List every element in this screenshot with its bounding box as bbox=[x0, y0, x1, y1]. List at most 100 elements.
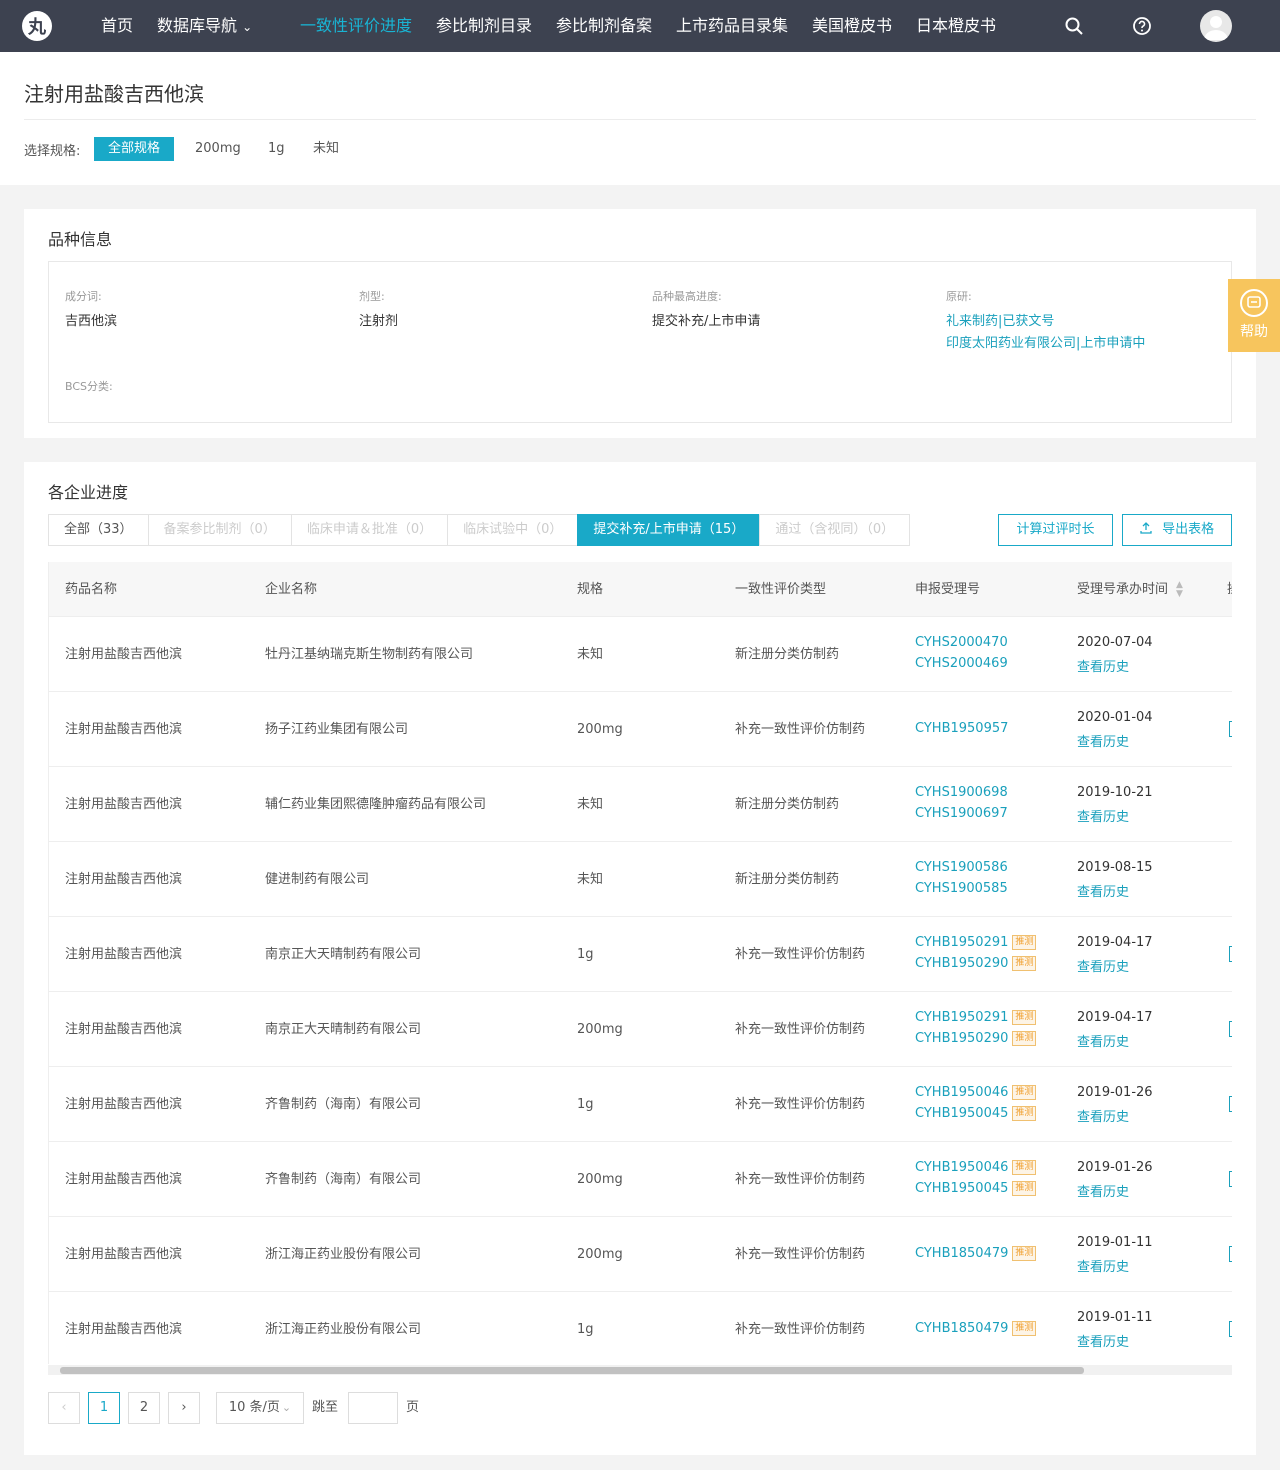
row-code-link[interactable]: CYHB1850479 推测 bbox=[915, 1321, 1037, 1336]
page-unit-label: 页 bbox=[406, 1400, 420, 1415]
view-history-link[interactable]: 查看历史 bbox=[1077, 1256, 1129, 1275]
table-row: 注射用盐酸吉西他滨 扬子江药业集团有限公司 200mg 补充一致性评价仿制药 CYHB1… bbox=[49, 692, 1232, 767]
page-size-select[interactable]: 10 条/页 ⌄ bbox=[216, 1392, 304, 1424]
row-action-icon[interactable] bbox=[1229, 1021, 1232, 1037]
page-1-button[interactable]: 1 bbox=[88, 1392, 120, 1424]
view-history-link[interactable]: 查看历史 bbox=[1077, 881, 1129, 900]
row-action-icon[interactable] bbox=[1229, 1096, 1232, 1112]
tab-passed[interactable]: 通过（含视同）（0） bbox=[759, 514, 911, 546]
row-code-link[interactable]: CYHB1950046 推测 bbox=[915, 1160, 1037, 1175]
row-action-icon[interactable] bbox=[1229, 721, 1232, 737]
estimated-badge: 推测 bbox=[1012, 1010, 1037, 1025]
tab-all[interactable]: 全部（33） bbox=[48, 514, 149, 546]
ingredient-value: 吉西他滨 bbox=[65, 314, 118, 329]
nav-database[interactable]: 数据库导航 ⌄ bbox=[157, 0, 252, 52]
row-code: CYHS1900697 bbox=[915, 806, 1008, 821]
row-code-link[interactable]: CYHS1900697 bbox=[915, 806, 1008, 821]
row-code: CYHB1850479 bbox=[915, 1321, 1009, 1336]
row-code: CYHS2000470 bbox=[915, 635, 1008, 650]
row-date: 2019-04-17 bbox=[1077, 935, 1153, 950]
row-code: CYHS2000469 bbox=[915, 656, 1008, 671]
row-spec: 未知 bbox=[577, 872, 604, 887]
search-icon[interactable] bbox=[1064, 16, 1084, 36]
view-history-link[interactable]: 查看历史 bbox=[1077, 1331, 1129, 1350]
row-code-link[interactable]: CYHB1950045 推测 bbox=[915, 1106, 1037, 1121]
row-code-link[interactable]: CYHB1850479 推测 bbox=[915, 1246, 1037, 1261]
row-code-link[interactable]: CYHS2000469 bbox=[915, 656, 1008, 671]
view-history-link[interactable]: 查看历史 bbox=[1077, 806, 1129, 825]
row-code-link[interactable]: CYHB1950291 推测 bbox=[915, 935, 1037, 950]
row-action-icon[interactable] bbox=[1229, 1246, 1232, 1262]
estimated-badge: 推测 bbox=[1012, 935, 1037, 950]
spec-option-unknown[interactable]: 未知 bbox=[313, 137, 339, 161]
spec-option-200mg[interactable]: 200mg bbox=[195, 137, 241, 161]
original-link-lilly[interactable]: 礼来制药|已获文号 bbox=[946, 310, 1054, 329]
col-date[interactable]: 受理号承办时间 ▲ ▼ bbox=[1077, 562, 1183, 617]
tab-reference-filing[interactable]: 备案参比制剂（0） bbox=[147, 514, 292, 546]
row-code-link[interactable]: CYHB1950290 推测 bbox=[915, 956, 1037, 971]
row-code-link[interactable]: CYHS1900585 bbox=[915, 881, 1008, 896]
original-link-sun[interactable]: 印度太阳药业有限公司|上市申请中 bbox=[946, 332, 1145, 351]
row-drug-name: 注射用盐酸吉西他滨 bbox=[65, 1322, 183, 1337]
scrollbar-thumb[interactable] bbox=[60, 1367, 1084, 1374]
next-page-button[interactable]: › bbox=[168, 1392, 200, 1424]
row-drug-name: 注射用盐酸吉西他滨 bbox=[65, 1172, 183, 1187]
nav-home[interactable]: 首页 bbox=[101, 0, 133, 52]
logo[interactable]: 丸 bbox=[22, 11, 52, 41]
help-button[interactable]: 帮助 bbox=[1228, 279, 1280, 352]
row-code-link[interactable]: CYHB1950046 推测 bbox=[915, 1085, 1037, 1100]
form-value: 注射剂 bbox=[359, 314, 399, 329]
spec-label: 选择规格: bbox=[24, 144, 81, 159]
row-code: CYHB1950045 bbox=[915, 1106, 1009, 1121]
calc-duration-button[interactable]: 计算过评时长 bbox=[998, 514, 1113, 546]
row-action-icon[interactable] bbox=[1229, 1171, 1232, 1187]
row-company: 南京正大天晴制药有限公司 bbox=[265, 947, 422, 962]
nav-reference-catalog[interactable]: 参比制剂目录 bbox=[436, 0, 532, 52]
nav-reference-filing[interactable]: 参比制剂备案 bbox=[556, 0, 652, 52]
ingredient-label: 成分词: bbox=[65, 290, 102, 303]
row-drug-name: 注射用盐酸吉西他滨 bbox=[65, 647, 183, 662]
row-code-link[interactable]: CYHS1900586 bbox=[915, 860, 1008, 875]
progress-table: 药品名称 企业名称 规格 一致性评价类型 申报受理号 受理号承办时间 ▲▼ 操 注… bbox=[48, 562, 1232, 1364]
jump-page-input[interactable] bbox=[348, 1392, 398, 1424]
row-code-link[interactable]: CYHS2000470 bbox=[915, 635, 1008, 650]
view-history-link[interactable]: 查看历史 bbox=[1077, 656, 1129, 675]
page-2-button[interactable]: 2 bbox=[128, 1392, 160, 1424]
row-code-link[interactable]: CYHB1950957 bbox=[915, 721, 1008, 736]
row-code-link[interactable]: CYHS1900698 bbox=[915, 785, 1008, 800]
nav-consistency[interactable]: 一致性评价进度 bbox=[300, 0, 412, 52]
spec-option-all[interactable]: 全部规格 bbox=[94, 137, 175, 161]
nav-us-orange-book[interactable]: 美国橙皮书 bbox=[812, 0, 892, 52]
row-action-icon[interactable] bbox=[1229, 1321, 1232, 1337]
estimated-badge: 推测 bbox=[1012, 1181, 1037, 1196]
view-history-link[interactable]: 查看历史 bbox=[1077, 1181, 1129, 1200]
table-row: 注射用盐酸吉西他滨 辅仁药业集团熙德隆肿瘤药品有限公司 未知 新注册分类仿制药 CYHS… bbox=[49, 767, 1232, 842]
export-button[interactable]: 导出表格 bbox=[1122, 514, 1232, 546]
spec-option-1g[interactable]: 1g bbox=[268, 137, 285, 161]
view-history-link[interactable]: 查看历史 bbox=[1077, 731, 1129, 750]
col-code: 申报受理号 bbox=[915, 582, 981, 597]
row-code-link[interactable]: CYHB1950045 推测 bbox=[915, 1181, 1037, 1196]
nav-listed-drugs[interactable]: 上市药品目录集 bbox=[676, 0, 788, 52]
row-code: CYHS1900698 bbox=[915, 785, 1008, 800]
tab-submitted[interactable]: 提交补充/上市申请（15） bbox=[577, 514, 761, 546]
nav-jp-orange-book[interactable]: 日本橙皮书 bbox=[916, 0, 996, 52]
view-history-link[interactable]: 查看历史 bbox=[1077, 956, 1129, 975]
horizontal-scrollbar[interactable] bbox=[48, 1365, 1232, 1375]
view-history-link[interactable]: 查看历史 bbox=[1077, 1106, 1129, 1125]
table-row: 注射用盐酸吉西他滨 浙江海正药业股份有限公司 200mg 补充一致性评价仿制药 CYHB… bbox=[49, 1217, 1232, 1292]
col-drug-name: 药品名称 bbox=[65, 582, 118, 597]
row-code-link[interactable]: CYHB1950291 推测 bbox=[915, 1010, 1037, 1025]
view-history-link[interactable]: 查看历史 bbox=[1077, 1031, 1129, 1050]
tab-clinical-application[interactable]: 临床申请＆批准（0） bbox=[290, 514, 449, 546]
prev-page-button[interactable]: ‹ bbox=[48, 1392, 80, 1424]
avatar[interactable] bbox=[1200, 10, 1232, 42]
row-code-link[interactable]: CYHB1950290 推测 bbox=[915, 1031, 1037, 1046]
row-drug-name: 注射用盐酸吉西他滨 bbox=[65, 947, 183, 962]
help-circle-icon[interactable] bbox=[1132, 16, 1152, 36]
divider bbox=[24, 119, 1256, 120]
row-action-icon[interactable] bbox=[1229, 946, 1232, 962]
sort-icon[interactable]: ▲ ▼ bbox=[1176, 580, 1183, 599]
tab-clinical-trial[interactable]: 临床试验中（0） bbox=[447, 514, 579, 546]
row-code: CYHB1950045 bbox=[915, 1181, 1009, 1196]
